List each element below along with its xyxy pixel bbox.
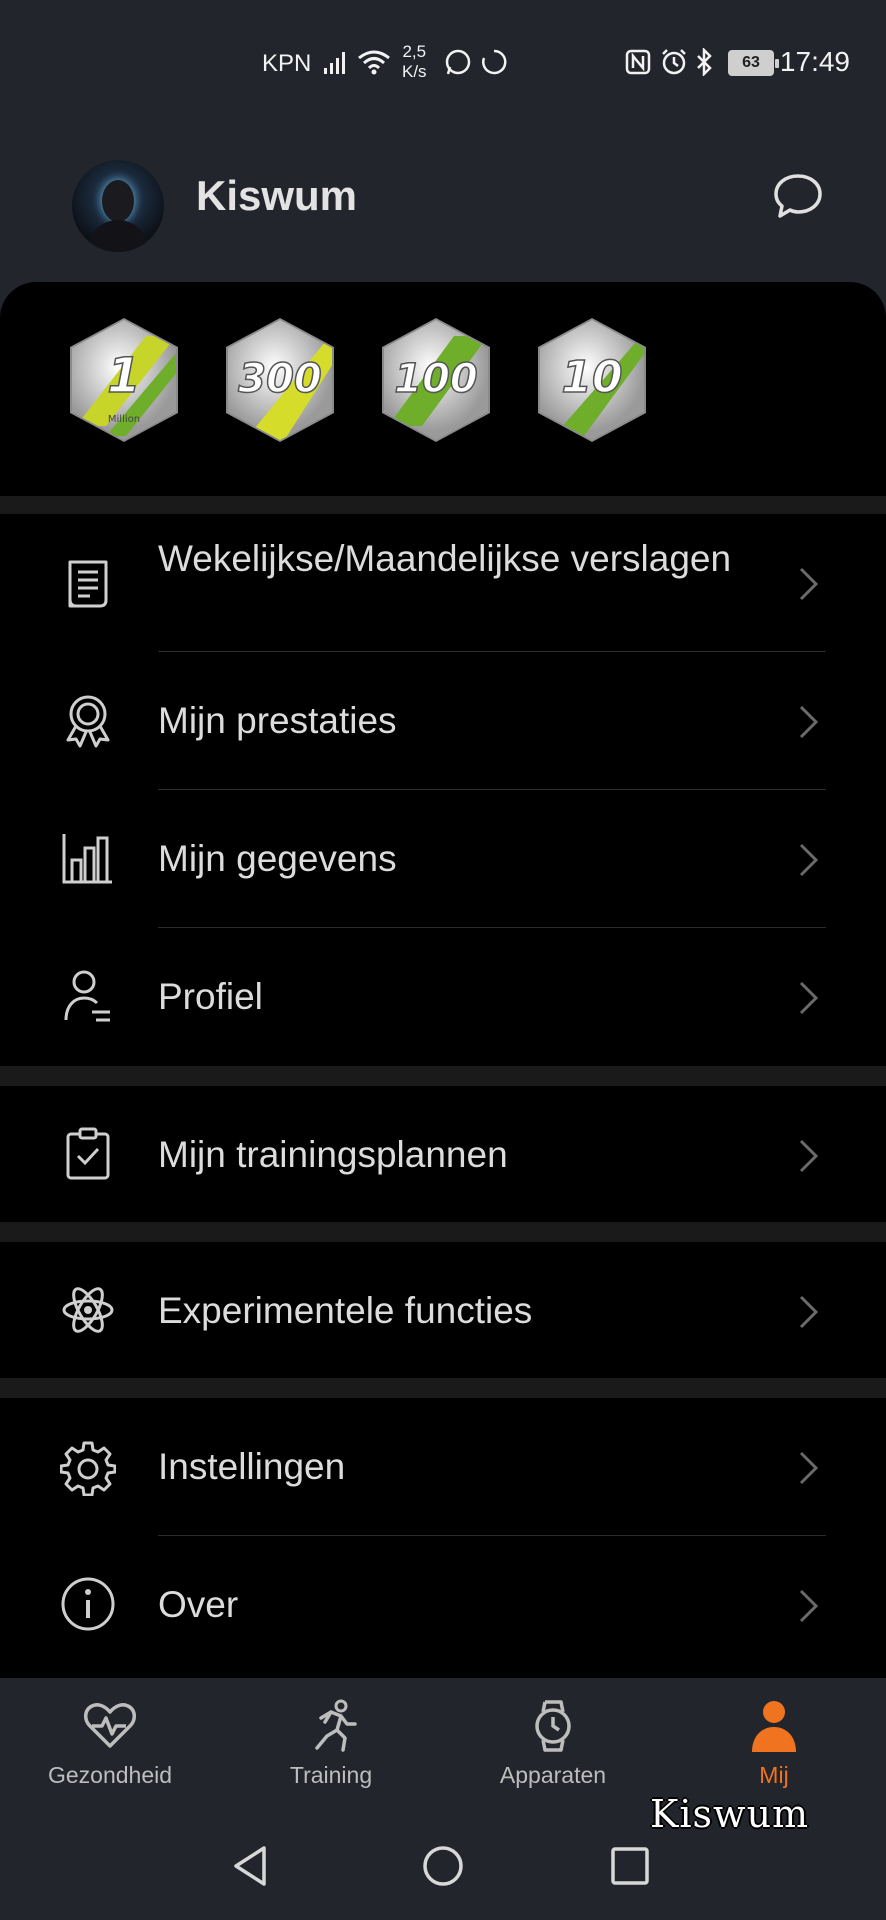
badge-number: 100	[394, 356, 478, 402]
menu-item-profile[interactable]: Profiel	[0, 928, 886, 1066]
tab-training[interactable]: Training	[231, 1698, 431, 1789]
home-icon[interactable]	[421, 1844, 465, 1888]
chevron-right-icon	[799, 843, 819, 877]
watermark: Kiswum	[650, 1792, 810, 1836]
avatar[interactable]	[72, 160, 164, 252]
avatar-body	[88, 220, 148, 252]
bottom-tab-bar: Gezondheid Training Apparaten Mij	[0, 1678, 886, 1798]
atom-icon	[62, 1287, 114, 1333]
speed-value: 2,5	[402, 42, 427, 61]
speed-unit: K/s	[402, 62, 427, 81]
badge-300[interactable]: 300	[222, 316, 338, 444]
menu-item-training-plans[interactable]: Mijn trainingsplannen	[0, 1086, 886, 1222]
tab-health[interactable]: Gezondheid	[10, 1698, 210, 1789]
sync-icon	[482, 49, 507, 75]
menu-item-achievements[interactable]: Mijn prestaties	[0, 652, 886, 790]
menu-label: Profiel	[158, 976, 263, 1017]
badge-number: 1	[107, 348, 140, 404]
nfc-icon	[625, 49, 651, 75]
status-bar: KPN 2,5 K/s 63 17:49	[0, 0, 886, 120]
profile-header: Kiswum	[0, 150, 886, 280]
menu-label: Experimentele functies	[158, 1290, 533, 1331]
badge-100[interactable]: 100	[378, 316, 494, 444]
menu-label: Wekelijkse/Maandelijkse verslagen	[158, 538, 732, 579]
watch-icon	[535, 1700, 571, 1752]
tab-label: Training	[289, 1762, 373, 1788]
menu-label: Mijn prestaties	[158, 700, 397, 741]
profile-icon	[64, 970, 110, 1022]
bluetooth-icon	[697, 48, 712, 76]
medal-icon	[66, 695, 110, 748]
section-divider	[0, 496, 886, 514]
report-icon	[68, 560, 108, 608]
badge-number: 10	[561, 352, 622, 403]
bar-chart-icon	[62, 834, 112, 884]
chevron-right-icon	[799, 1451, 819, 1485]
avatar-head	[102, 180, 134, 222]
menu-item-about[interactable]: Over	[0, 1536, 886, 1674]
signal-icon	[324, 52, 345, 74]
chevron-right-icon	[799, 1139, 819, 1173]
wifi-icon	[358, 50, 390, 75]
main-sheet: 1 Million 300 100 10 Wekelijkse/Maandeli…	[0, 282, 886, 1678]
badge-subtitle: Million	[108, 414, 140, 425]
chevron-right-icon	[799, 1295, 819, 1329]
network-speed: 2,5 K/s	[402, 42, 427, 82]
carrier-label: KPN	[262, 50, 312, 77]
back-icon[interactable]	[230, 1844, 274, 1888]
section-divider	[0, 1222, 886, 1242]
menu-item-reports[interactable]: Wekelijkse/Maandelijkse verslagen	[0, 514, 886, 652]
person-icon	[752, 1701, 796, 1752]
badge-10[interactable]: 10	[534, 316, 650, 444]
alarm-icon	[662, 49, 686, 75]
messages-icon[interactable]	[770, 168, 826, 224]
gear-icon	[60, 1441, 116, 1496]
menu-label: Mijn trainingsplannen	[158, 1134, 508, 1175]
badge-1-million[interactable]: 1 Million	[66, 316, 182, 444]
section-divider	[0, 1066, 886, 1086]
username[interactable]: Kiswum	[196, 172, 357, 220]
tab-label: Apparaten	[499, 1762, 607, 1788]
section-divider	[0, 1378, 886, 1398]
chevron-right-icon	[799, 567, 819, 601]
menu-label: Instellingen	[158, 1446, 346, 1487]
clipboard-check-icon	[66, 1127, 110, 1180]
tab-me[interactable]: Mij	[674, 1698, 874, 1789]
chevron-right-icon	[799, 981, 819, 1015]
menu-label: Mijn gegevens	[158, 838, 397, 879]
recents-icon[interactable]	[608, 1844, 652, 1888]
chevron-right-icon	[799, 1589, 819, 1623]
menu-item-settings[interactable]: Instellingen	[0, 1398, 886, 1536]
badge-number: 300	[238, 356, 322, 402]
menu-label: Over	[158, 1584, 239, 1625]
battery-indicator: 63	[728, 50, 779, 76]
chevron-right-icon	[799, 705, 819, 739]
tab-label: Mij	[759, 1762, 789, 1788]
heart-pulse-icon	[84, 1703, 136, 1748]
tab-devices[interactable]: Apparaten	[453, 1698, 653, 1789]
menu-item-experimental[interactable]: Experimentele functies	[0, 1242, 886, 1378]
running-icon	[315, 1699, 357, 1752]
tab-label: Gezondheid	[47, 1762, 173, 1788]
clock: 17:49	[779, 46, 850, 77]
whatsapp-icon	[445, 49, 471, 75]
menu-item-data[interactable]: Mijn gegevens	[0, 790, 886, 928]
info-icon	[61, 1577, 115, 1631]
